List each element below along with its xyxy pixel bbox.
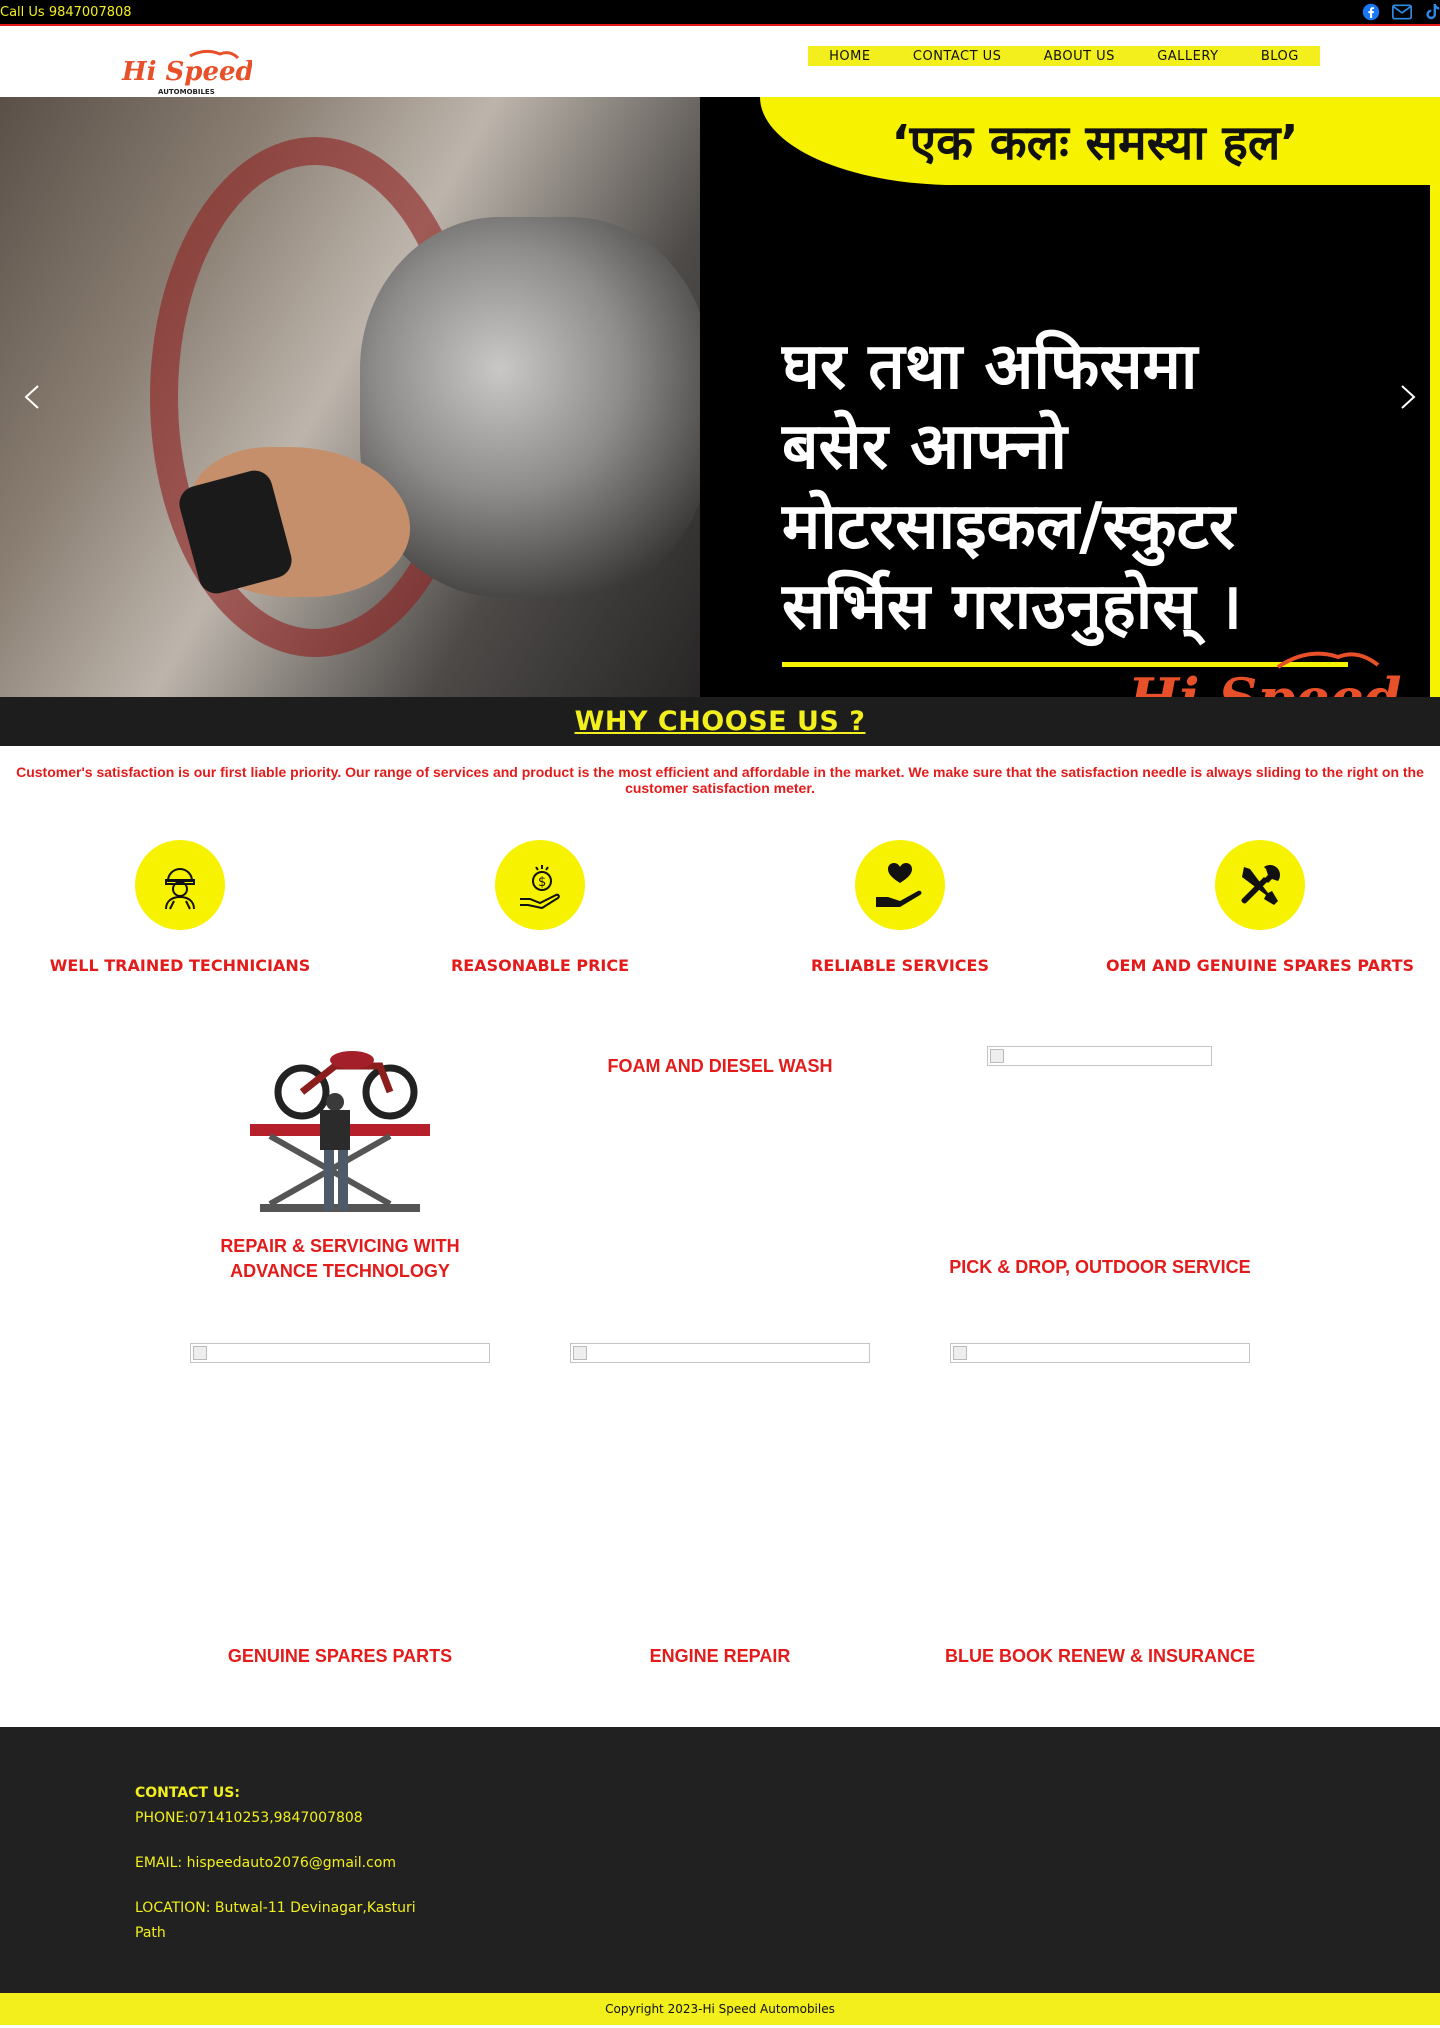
- social-links: [1362, 0, 1440, 24]
- svg-text:AUTOMOBILES: AUTOMOBILES: [158, 88, 215, 96]
- service-label: BLUE BOOK RENEW & INSURANCE: [945, 1646, 1256, 1666]
- tools-icon: [1215, 840, 1305, 930]
- hero-banner-text: ‘एक कलः समस्या हल’: [891, 114, 1299, 171]
- service-label: FOAM AND DIESEL WASH: [607, 1056, 833, 1076]
- feature-label: REASONABLE PRICE: [450, 956, 630, 975]
- hero-banner: ‘एक कलः समस्या हल’: [760, 97, 1430, 185]
- slider-next-arrow-icon[interactable]: [1392, 382, 1422, 412]
- hero-line: घर तथा अफिसमा: [782, 330, 1198, 404]
- hero-line: सर्भिस गराउनुहोस् ।: [782, 570, 1243, 644]
- why-choose-band: WHY CHOOSE US ?: [0, 697, 1440, 746]
- service-item: REPAIR & SERVICING WITH ADVANCE TECHNOLO…: [185, 1024, 495, 1284]
- service-label: GENUINE SPARES PARTS: [227, 1646, 453, 1666]
- broken-image-icon: [570, 1343, 870, 1363]
- footer-contact-heading: CONTACT US:: [135, 1785, 240, 1801]
- feature-item: OEM AND GENUINE SPARES PARTS: [1080, 840, 1440, 1024]
- nav-blog[interactable]: BLOG: [1261, 49, 1299, 64]
- svg-text:Hi Speed: Hi Speed: [1128, 666, 1402, 697]
- hero-lines: घर तथा अफिसमा बसेर आफ्नो मोटरसाइकल/स्कुट…: [782, 327, 1352, 647]
- footer-email[interactable]: EMAIL: hispeedauto2076@gmail.com: [135, 1851, 1440, 1876]
- nav-about-us[interactable]: ABOUT US: [1044, 49, 1115, 64]
- svg-text:$: $: [538, 875, 546, 890]
- top-bar: Call Us 9847007808: [0, 0, 1440, 26]
- facebook-icon[interactable]: [1362, 3, 1380, 21]
- site-header: Hi Speed AUTOMOBILES HOME CONTACT US ABO…: [0, 26, 1440, 97]
- copyright-text: Copyright 2023-Hi Speed Automobiles: [605, 2002, 835, 2016]
- nav-home[interactable]: HOME: [829, 49, 870, 64]
- feature-item: RELIABLE SERVICES: [720, 840, 1080, 1024]
- broken-image-icon: [950, 1343, 1250, 1363]
- service-item: ENGINE REPAIR: [565, 1644, 875, 1669]
- svg-text:Hi Speed: Hi Speed: [121, 57, 252, 87]
- hero-engine-graphic: [360, 217, 710, 597]
- why-tagline: Customer's satisfaction is our first lia…: [16, 764, 1424, 796]
- feature-item: WELL TRAINED TECHNICIANS: [0, 840, 360, 1024]
- feature-item: $ REASONABLE PRICE: [360, 840, 720, 1024]
- site-footer: CONTACT US: PHONE:071410253,9847007808 E…: [0, 1727, 1440, 1993]
- broken-image-icon: [987, 1046, 1212, 1066]
- site-logo[interactable]: Hi Speed AUTOMOBILES: [120, 46, 254, 98]
- copyright-bar: Copyright 2023-Hi Speed Automobiles: [0, 1993, 1440, 2025]
- call-us-text[interactable]: Call Us 9847007808: [0, 5, 132, 20]
- why-choose-title: WHY CHOOSE US ?: [574, 706, 866, 737]
- features-row: WELL TRAINED TECHNICIANS $ REASONABLE PR…: [0, 796, 1440, 1024]
- broken-image-icon: [190, 1343, 490, 1363]
- hero-yellow-strip: [1430, 97, 1440, 697]
- feature-label: WELL TRAINED TECHNICIANS: [49, 956, 311, 975]
- service-item: BLUE BOOK RENEW & INSURANCE: [945, 1644, 1255, 1669]
- service-item: FOAM AND DIESEL WASH: [565, 1054, 875, 1079]
- tiktok-icon[interactable]: [1424, 3, 1440, 21]
- hero-slider: ‘एक कलः समस्या हल’ घर तथा अफिसमा बसेर आफ…: [0, 97, 1440, 697]
- services-grid: REPAIR & SERVICING WITH ADVANCE TECHNOLO…: [0, 1024, 1440, 1727]
- service-label: REPAIR & SERVICING WITH ADVANCE TECHNOLO…: [220, 1236, 460, 1281]
- heart-hand-icon: [855, 840, 945, 930]
- motorcycle-repair-image: [250, 1051, 430, 1212]
- price-hand-icon: $: [495, 840, 585, 930]
- email-icon[interactable]: [1392, 4, 1412, 20]
- nav-contact-us[interactable]: CONTACT US: [913, 49, 1002, 64]
- service-label: PICK & DROP, OUTDOOR SERVICE: [949, 1257, 1251, 1277]
- feature-label: OEM AND GENUINE SPARES PARTS: [1105, 956, 1415, 975]
- slider-prev-arrow-icon[interactable]: [18, 382, 48, 412]
- hero-line: बसेर आफ्नो: [782, 410, 1067, 484]
- hero-line: मोटरसाइकल/स्कुटर: [782, 490, 1235, 564]
- service-item: GENUINE SPARES PARTS: [185, 1644, 495, 1669]
- technician-icon: [135, 840, 225, 930]
- service-label: ENGINE REPAIR: [649, 1646, 791, 1666]
- main-nav: HOME CONTACT US ABOUT US GALLERY BLOG: [808, 46, 1320, 66]
- footer-location-cont: Path: [135, 1925, 166, 1941]
- nav-gallery[interactable]: GALLERY: [1157, 49, 1218, 64]
- service-item: PICK & DROP, OUTDOOR SERVICE: [945, 1255, 1255, 1280]
- footer-location: LOCATION: Butwal-11 Devinagar,Kasturi: [135, 1900, 416, 1916]
- feature-label: RELIABLE SERVICES: [811, 956, 989, 975]
- footer-phone[interactable]: PHONE:071410253,9847007808: [135, 1806, 1440, 1831]
